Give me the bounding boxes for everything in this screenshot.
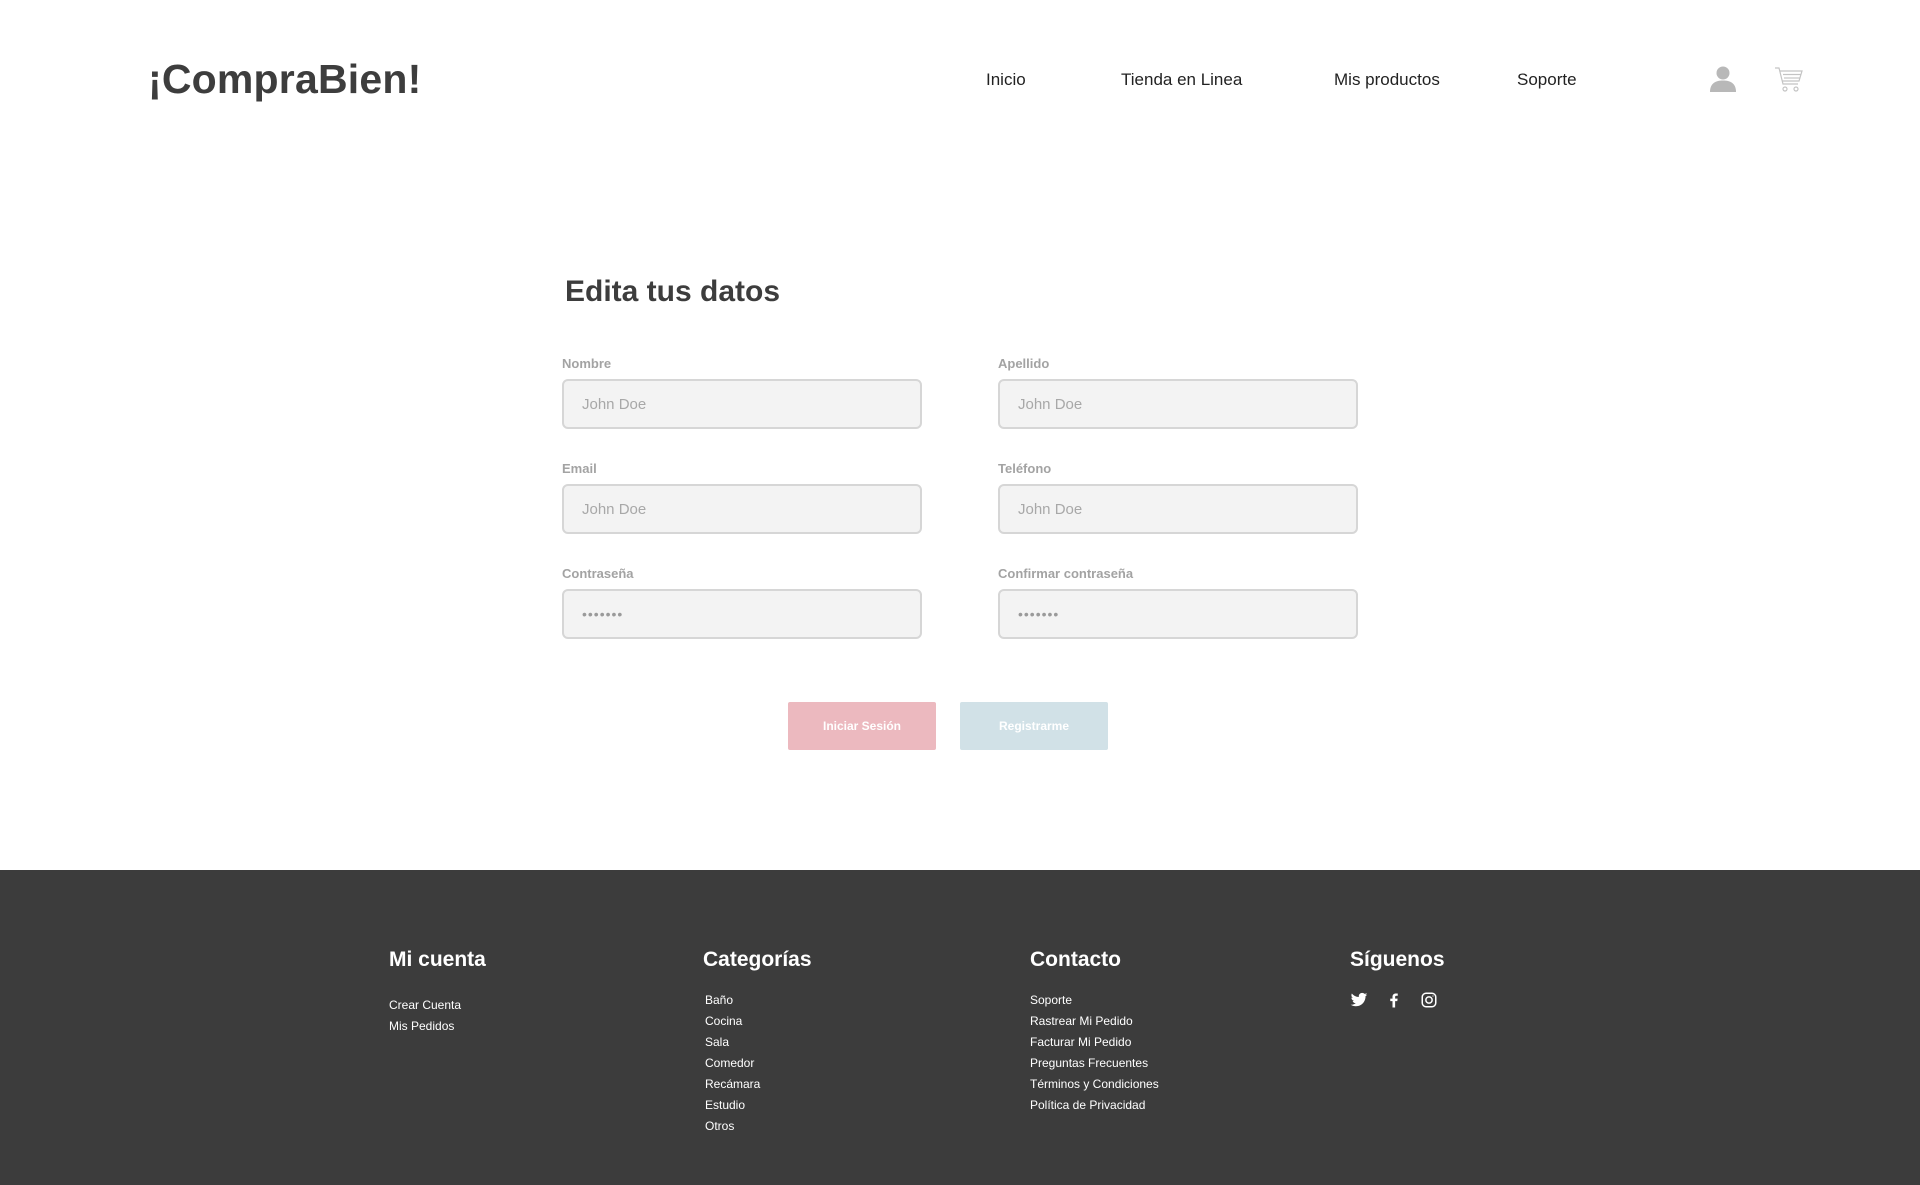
footer-links-mi-cuenta: Crear Cuenta Mis Pedidos <box>389 995 486 1037</box>
footer-link-cocina[interactable]: Cocina <box>705 1011 812 1032</box>
footer-column-contacto: Contacto Soporte Rastrear Mi Pedido Fact… <box>1030 948 1159 1116</box>
footer-links-contacto: Soporte Rastrear Mi Pedido Facturar Mi P… <box>1030 990 1159 1116</box>
footer-heading-siguenos: Síguenos <box>1350 948 1445 971</box>
site-footer: Mi cuenta Crear Cuenta Mis Pedidos Categ… <box>0 870 1920 1185</box>
nav-link-mis-productos[interactable]: Mis productos <box>1334 70 1440 90</box>
site-header: ¡CompraBien! Inicio Tienda en Linea Mis … <box>0 0 1920 160</box>
page-title: Edita tus datos <box>565 275 781 308</box>
footer-link-bano[interactable]: Baño <box>705 990 812 1011</box>
footer-link-comedor[interactable]: Comedor <box>705 1053 812 1074</box>
footer-column-mi-cuenta: Mi cuenta Crear Cuenta Mis Pedidos <box>389 948 486 1037</box>
nav-link-tienda[interactable]: Tienda en Linea <box>1121 70 1242 90</box>
email-label: Email <box>562 461 597 476</box>
footer-heading-contacto: Contacto <box>1030 948 1121 971</box>
login-button[interactable]: Iniciar Sesión <box>788 702 936 750</box>
social-links <box>1350 991 1445 1009</box>
confirmar-contrasena-label: Confirmar contraseña <box>998 566 1134 581</box>
footer-link-preguntas-frecuentes[interactable]: Preguntas Frecuentes <box>1030 1053 1159 1074</box>
footer-heading-categorias: Categorías <box>703 948 812 971</box>
instagram-icon[interactable] <box>1420 991 1438 1009</box>
facebook-icon[interactable] <box>1385 991 1403 1009</box>
footer-link-terminos[interactable]: Términos y Condiciones <box>1030 1074 1159 1095</box>
twitter-icon[interactable] <box>1350 991 1368 1009</box>
confirm-password-field[interactable] <box>998 589 1358 639</box>
user-icon[interactable] <box>1708 64 1738 94</box>
cart-icon[interactable] <box>1774 64 1804 94</box>
footer-link-recamara[interactable]: Recámara <box>705 1074 812 1095</box>
footer-link-rastrear-pedido[interactable]: Rastrear Mi Pedido <box>1030 1011 1159 1032</box>
nombre-label: Nombre <box>562 356 612 371</box>
footer-link-facturar-pedido[interactable]: Facturar Mi Pedido <box>1030 1032 1159 1053</box>
footer-link-soporte[interactable]: Soporte <box>1030 990 1159 1011</box>
footer-heading-mi-cuenta: Mi cuenta <box>389 948 486 971</box>
telefono-field[interactable] <box>998 484 1358 534</box>
footer-links-categorias: Baño Cocina Sala Comedor Recámara Estudi… <box>703 990 812 1137</box>
footer-link-estudio[interactable]: Estudio <box>705 1095 812 1116</box>
register-button[interactable]: Registrarme <box>960 702 1108 750</box>
footer-link-crear-cuenta[interactable]: Crear Cuenta <box>389 995 486 1016</box>
footer-link-otros[interactable]: Otros <box>705 1116 812 1137</box>
footer-link-sala[interactable]: Sala <box>705 1032 812 1053</box>
telefono-label: Teléfono <box>998 461 1052 476</box>
footer-link-mis-pedidos[interactable]: Mis Pedidos <box>389 1016 486 1037</box>
apellido-label: Apellido <box>998 356 1050 371</box>
nombre-field[interactable] <box>562 379 922 429</box>
footer-link-privacidad[interactable]: Política de Privacidad <box>1030 1095 1159 1116</box>
password-field[interactable] <box>562 589 922 639</box>
footer-column-categorias: Categorías Baño Cocina Sala Comedor Recá… <box>703 948 812 1137</box>
logo[interactable]: ¡CompraBien! <box>148 56 421 103</box>
nav-link-soporte[interactable]: Soporte <box>1517 70 1577 90</box>
contrasena-label: Contraseña <box>562 566 634 581</box>
apellido-field[interactable] <box>998 379 1358 429</box>
nav-link-inicio[interactable]: Inicio <box>986 70 1026 90</box>
footer-column-siguenos: Síguenos <box>1350 948 1445 1009</box>
email-field[interactable] <box>562 484 922 534</box>
